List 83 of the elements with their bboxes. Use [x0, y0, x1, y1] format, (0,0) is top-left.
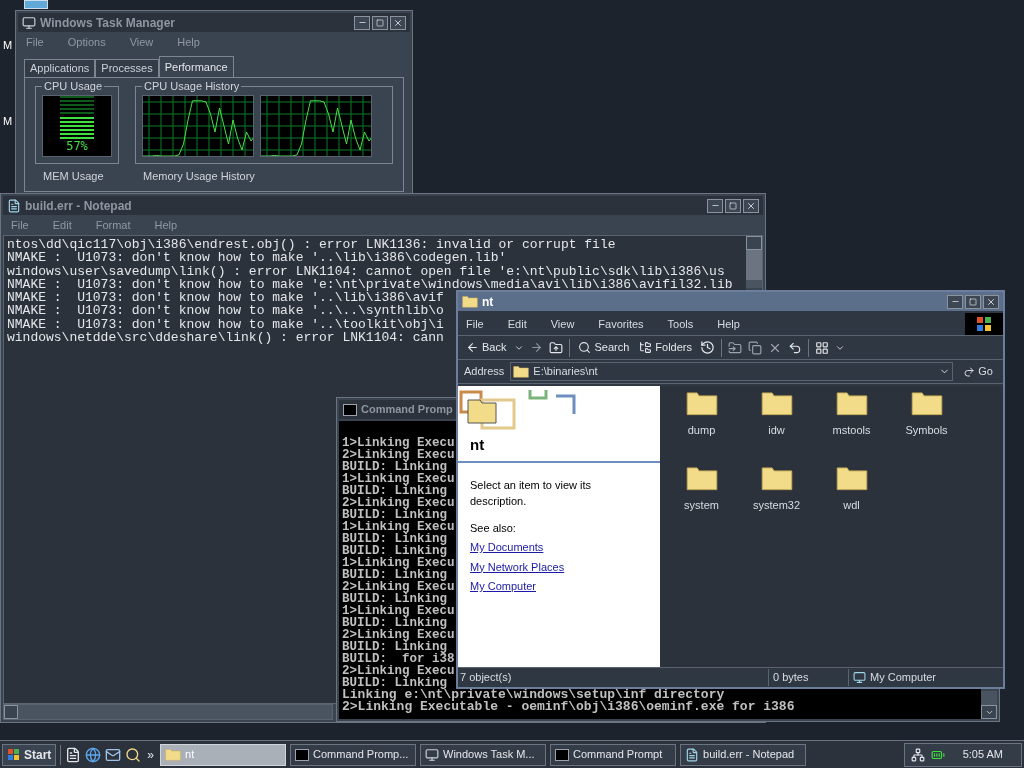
console-line: 1>Linking Execu: [342, 437, 455, 449]
menu-item[interactable]: View: [125, 33, 158, 51]
window-title: Windows Task Manager: [40, 14, 176, 32]
cpu-usage-reading: 57%: [66, 139, 88, 153]
see-also-link[interactable]: My Documents: [470, 539, 544, 556]
back-button[interactable]: Back: [464, 339, 509, 356]
text-line: windows\netdde\src\ddeshare\link() : error LNK1104: cann: [7, 331, 444, 345]
console-line: 1>Linking Execu: [342, 557, 455, 569]
text-line: NMAKE : U1073: don't know how to make '..\..\synthlib\o: [7, 304, 444, 318]
console-line: 2>Linking Execu: [342, 581, 455, 593]
folder-name[interactable]: system32: [752, 496, 801, 514]
taskbar-button[interactable]: build.err - Notepad: [680, 743, 807, 766]
folder-name[interactable]: Symbols: [905, 421, 948, 439]
clock: 5:05 AM: [961, 747, 1004, 763]
console-line: 1>Linking Execu: [342, 605, 455, 617]
window-title: build.err - Notepad: [25, 197, 132, 215]
console-line: 2>Linking Execu: [342, 497, 455, 509]
more-button[interactable]: »: [145, 745, 157, 764]
console-line: BUILD: Linking: [342, 461, 448, 473]
see-also-link[interactable]: My Network Places: [470, 558, 565, 575]
go-button[interactable]: Go: [959, 363, 997, 380]
console-line: 2>Linking Execu: [342, 665, 455, 677]
group-label: CPU Usage History: [142, 79, 242, 93]
search-button[interactable]: Search: [576, 339, 632, 356]
taskbar-button[interactable]: Windows Task M...: [420, 743, 547, 766]
window-title: Command Promp: [361, 402, 453, 418]
desktop-icon-label[interactable]: M: [3, 113, 13, 130]
text-line: NMAKE : U1073: don't know how to make '..\toolkit\obj\i: [7, 317, 444, 332]
start-button[interactable]: Start: [2, 743, 57, 766]
see-also-label: See also:: [469, 520, 517, 536]
status-size: 0 bytes: [768, 669, 848, 686]
menu-item[interactable]: Help: [713, 315, 744, 333]
tab[interactable]: Applications: [24, 59, 96, 77]
console-line: 2>Linking Execu: [342, 629, 455, 641]
console-line: BUILD: Linking: [342, 677, 448, 689]
text-line: windows\user\savedump\link() : error LNK1104: cannot open file 'e:\nt\public\sdk\lib\i386\us: [7, 264, 725, 278]
console-line: 2>Linking Execu: [342, 449, 455, 461]
folder-name[interactable]: wdl: [843, 496, 860, 514]
text-line: NMAKE : U1073: don't know how to make '..\lib\i386\codegen.lib': [7, 251, 507, 265]
see-also-link[interactable]: My Computer: [470, 578, 537, 595]
console-line: 1>Linking Execu: [342, 473, 455, 485]
text-line: NMAKE : U1073: don't know how to make '..\lib\i386\avif: [7, 291, 444, 305]
text-line: ntos\dd\qic117\obj\i386\endrest.obj() : error LNK1136: invalid or corrupt file: [7, 238, 616, 252]
desktop-icon-label[interactable]: M: [3, 37, 13, 54]
window-title: nt: [482, 293, 494, 311]
console-line: BUILD: Linking: [342, 533, 448, 545]
menu-item[interactable]: File: [462, 315, 488, 333]
status-zone: My Computer: [870, 670, 937, 686]
console-line: BUILD: Linking: [342, 569, 448, 581]
pane-description: Select an item to view its description.: [469, 477, 593, 509]
console-line: BUILD: Linking: [342, 617, 448, 629]
address-label: Address: [464, 364, 505, 380]
menu-item[interactable]: Help: [173, 33, 204, 51]
console-line: BUILD: Linking: [342, 485, 448, 497]
folder-name[interactable]: system: [684, 496, 719, 514]
address-field[interactable]: E:\binaries\nt: [510, 362, 954, 381]
tab[interactable]: Processes: [95, 59, 159, 77]
console-line: BUILD: for i38: [342, 653, 455, 665]
folder-name[interactable]: idw: [768, 421, 785, 439]
console-line: Linking e:\nt\private\windows\setup\inf directory: [342, 689, 725, 701]
console-line: BUILD: Linking: [342, 545, 448, 557]
status-objects: 7 object(s): [459, 670, 513, 686]
text-line: NMAKE : U1073: don't know how to make 'e:\nt\private\windows\media\avi\lib\i386\avifil32.lib: [7, 277, 733, 292]
menu-item[interactable]: View: [546, 315, 579, 333]
folders-button[interactable]: Folders: [637, 339, 694, 356]
pane-heading: nt: [469, 435, 486, 455]
console-line: BUILD: Linking: [342, 593, 448, 605]
group-label: CPU Usage: [42, 79, 105, 93]
menu-item[interactable]: Favorites: [594, 315, 648, 333]
taskbar-button[interactable]: Command Promp...: [290, 743, 417, 766]
address-value: E:\binaries\nt: [533, 364, 599, 380]
tab[interactable]: Performance: [158, 56, 234, 77]
menu-item[interactable]: Edit: [503, 315, 531, 333]
taskbar-button[interactable]: Command Prompt: [550, 743, 677, 766]
folder-name[interactable]: dump: [687, 421, 716, 439]
console-line: BUILD: Linking: [342, 641, 448, 653]
group-label: MEM Usage: [42, 170, 105, 183]
folder-name[interactable]: mstools: [832, 421, 871, 439]
console-line: BUILD: Linking: [342, 509, 448, 521]
menu-item[interactable]: Tools: [663, 315, 698, 333]
console-line: 1>Linking Execu: [342, 521, 455, 533]
group-label: Memory Usage History: [142, 170, 256, 183]
console-line: 2>Linking Executable - oeminf\obj\i386\oeminf.exe for i386: [342, 701, 795, 713]
